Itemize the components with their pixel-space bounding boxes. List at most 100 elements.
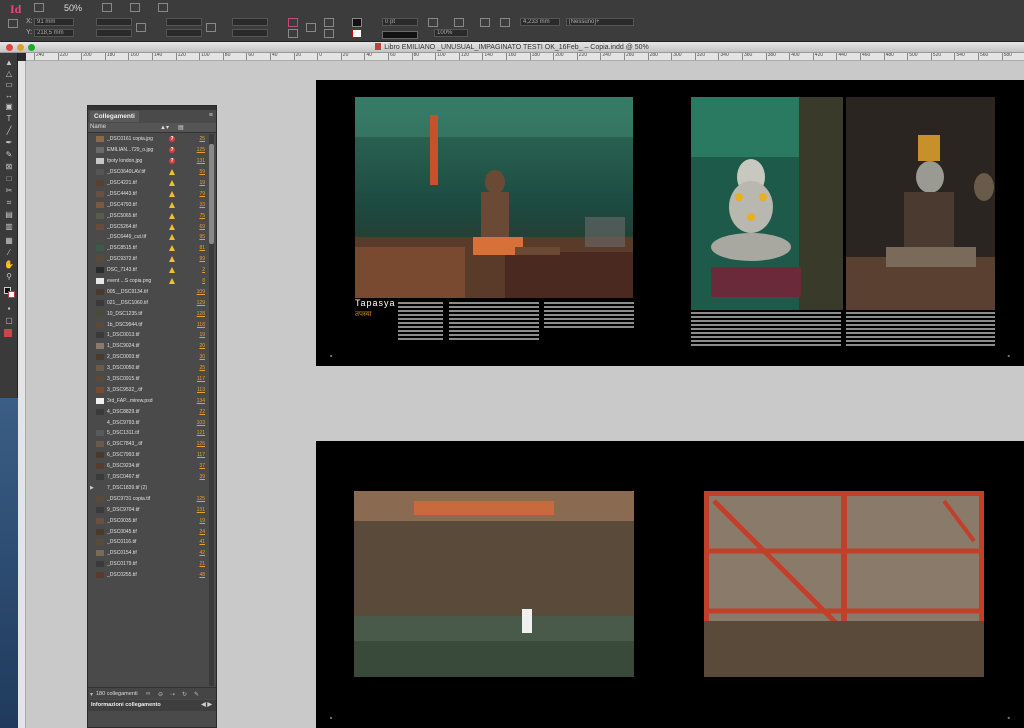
text-frame-2[interactable] [449,302,539,342]
rectangle-frame-tool-icon[interactable]: ⊠ [4,163,14,171]
zoom-level[interactable]: 50% [64,3,82,13]
link-page-number[interactable]: 125 [181,496,205,502]
gradient-feather-tool-icon[interactable]: ▥ [4,223,14,231]
link-page-number[interactable]: 121 [181,430,205,436]
text-frame-5[interactable] [846,312,995,348]
vertical-ruler[interactable] [18,61,26,728]
rotate-cw-icon[interactable] [288,18,298,27]
constrain-proportions-icon[interactable] [136,23,146,32]
line-tool-icon[interactable]: ╱ [4,127,14,135]
link-row[interactable]: 1_DSC9024.tif 20 [88,341,208,352]
y-position-field[interactable]: 218,5 mm [34,29,74,37]
page-tool-icon[interactable]: ▭ [4,81,14,89]
link-row[interactable]: 4_DSC9793.tif 103 [88,417,208,428]
scale-x-field[interactable] [166,18,202,26]
link-row[interactable]: ▶ 7_DSC1839.tif (2) [88,483,208,494]
link-row[interactable]: _DSC4221.tif 19 [88,178,208,189]
gradient-tool-icon[interactable]: ▤ [4,211,14,219]
link-row[interactable]: 2_DSC0003.tif 30 [88,352,208,363]
selection-tool-icon[interactable]: ▲ [4,59,14,67]
direct-selection-tool-icon[interactable]: △ [4,70,14,78]
link-row[interactable]: 4_DSC8829.tif 22 [88,406,208,417]
link-page-number[interactable]: 129 [181,300,205,306]
link-page-number[interactable]: 118 [181,322,205,328]
link-page-number[interactable]: 79 [181,191,205,197]
arrange-documents-icon[interactable] [158,3,168,12]
link-page-number[interactable]: 113 [181,387,205,393]
col-name[interactable]: Name [90,124,106,130]
link-page-number[interactable]: 24 [181,529,205,535]
link-row[interactable]: 3_DSC9532_.tif 113 [88,384,208,395]
stroke-weight-field[interactable]: 0 pt [382,18,418,26]
link-row[interactable]: _DSC9372.tif 99 [88,254,208,265]
link-page-number[interactable]: 30 [181,354,205,360]
x-position-field[interactable]: 91 mm [34,18,74,26]
paragraph-p-icon[interactable] [306,23,316,32]
relink-cc-icon[interactable]: ∞ [146,691,150,697]
link-page-number[interactable]: 33 [181,202,205,208]
constrain-scale-icon[interactable] [206,23,216,32]
tab-collegamenti[interactable]: Collegamenti [90,111,139,122]
link-page-number[interactable]: 128 [181,311,205,317]
gap-tool-icon[interactable] [500,18,510,27]
gap-tool-icon[interactable]: ↔ [4,92,14,100]
link-info-header[interactable]: Informazioni collegamento ◀ ▶ [88,700,216,711]
link-page-number[interactable]: 19 [181,180,205,186]
zoom-tool-icon[interactable]: ⚲ [4,273,14,281]
link-page-number[interactable]: 25 [181,365,205,371]
scissors-tool-icon[interactable]: ✂ [4,187,14,195]
link-row[interactable]: 3_DSC0050.tif 25 [88,363,208,374]
link-row[interactable]: _DSC0035.tif 19 [88,515,208,526]
drop-shadow-icon[interactable] [428,18,438,27]
link-row[interactable]: 6_DSC9234.tif 37 [88,461,208,472]
prev-next-link-icon[interactable]: ◀ ▶ [201,701,212,708]
go-to-link-icon[interactable]: ⇢ [170,691,175,698]
photo-crowd-river[interactable] [354,491,634,677]
link-row[interactable]: 3_DSC0915.tif 117 [88,374,208,385]
link-page-number[interactable]: 131 [181,507,205,513]
update-link-icon[interactable]: ↻ [182,691,187,698]
link-row[interactable]: _DSC4793.tif 33 [88,199,208,210]
link-row[interactable]: 3rd_FAP...mirew.psd 134 [88,395,208,406]
pen-tool-icon[interactable]: ✒ [4,139,14,147]
height-field[interactable] [96,29,132,37]
content-collector-icon[interactable]: ▣ [4,103,14,111]
link-row[interactable]: 7_DSC0467.tif 39 [88,472,208,483]
link-row[interactable]: _DSC0116.tif 41 [88,537,208,548]
link-row[interactable]: _DSC6449_cut.tif 95 [88,232,208,243]
link-row[interactable]: 6_DSC7993.tif 117 [88,450,208,461]
link-page-number[interactable]: 109 [181,289,205,295]
link-page-number[interactable]: 42 [181,550,205,556]
horizontal-ruler[interactable]: 240 220 200 180 160 140 120 100 80 60 40 20 0 20 40 60 8… [26,53,1024,61]
eyedropper-tool-icon[interactable]: ⁄ [4,249,14,257]
object-style-select[interactable]: [Nessuno]+ [566,18,634,26]
spread-1[interactable]: Tapasya तपस्या ■ ■ [316,80,1024,366]
link-page-number[interactable]: 19 [181,518,205,524]
spread-2[interactable]: ■ ■ [316,441,1024,728]
link-row[interactable]: 5_DSC1311.tif 121 [88,428,208,439]
photo-bridge-procession[interactable] [704,491,984,677]
edit-original-icon[interactable]: ✎ [194,691,199,698]
scroll-thumb[interactable] [209,144,214,244]
stroke-swatch[interactable] [352,29,362,38]
panel-grip[interactable] [88,106,216,110]
width-field[interactable] [96,18,132,26]
link-page-number[interactable]: 48 [181,572,205,578]
link-page-number[interactable]: 22 [181,409,205,415]
pencil-tool-icon[interactable]: ✎ [4,151,14,159]
link-row[interactable]: 1_DSC0013.tif 19 [88,330,208,341]
relink-icon[interactable]: ⊖ [158,691,163,698]
free-transform-tool-icon[interactable]: ⌗ [4,199,14,207]
link-row[interactable]: event ...S copia.png 8 [88,276,208,287]
panel-menu-icon[interactable]: ≡ [209,112,213,119]
col-status-sort-icon[interactable]: ▲▾ [160,124,169,131]
link-row[interactable]: _DSC0640LAV.tif 59 [88,167,208,178]
col-page-icon[interactable]: ▤ [178,124,184,131]
fitting-icon[interactable] [480,18,490,27]
bridge-icon[interactable] [34,3,44,12]
flip-icon[interactable] [288,29,298,38]
link-row[interactable]: _DSC8515.tif 81 [88,243,208,254]
link-page-number[interactable]: 19 [181,332,205,338]
link-row[interactable]: 6_DSC7843_.tif 126 [88,439,208,450]
link-page-number[interactable]: 81 [181,245,205,251]
